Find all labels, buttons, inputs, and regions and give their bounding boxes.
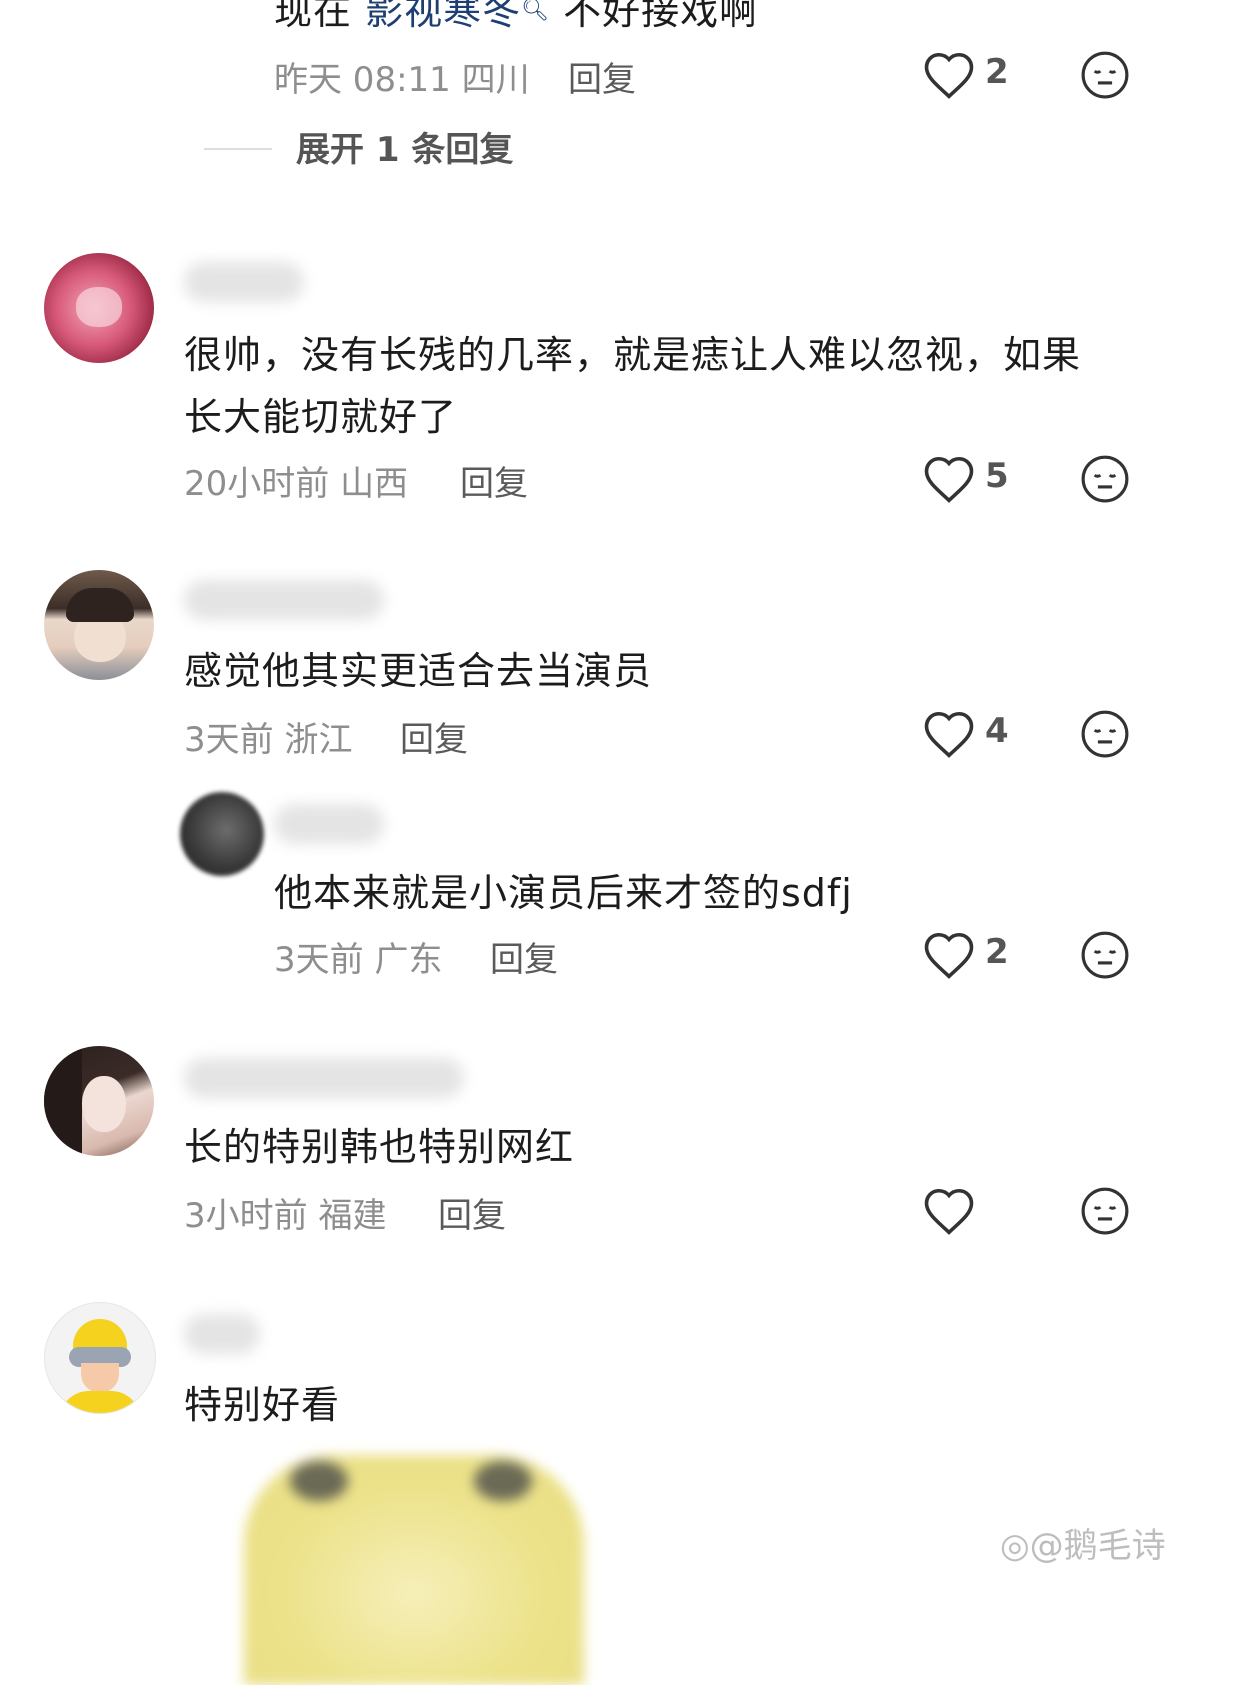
search-highlight-link[interactable]: 影视寒冬: [365, 0, 521, 33]
username-blurred[interactable]: [184, 1314, 260, 1354]
comment-time: 20小时前: [184, 464, 330, 504]
comment-location: 四川: [461, 60, 530, 100]
comment-meta: 3天前 浙江: [184, 712, 352, 761]
neutral-face-icon: [1081, 710, 1129, 758]
neutral-face-icon: [1081, 455, 1129, 503]
like-count: 5: [985, 456, 1009, 496]
like-button[interactable]: [922, 930, 976, 980]
comment-location: 浙江: [284, 720, 353, 760]
comment-time: 3天前: [274, 940, 364, 980]
comment-time: 昨天 08:11: [274, 60, 451, 100]
username-blurred[interactable]: [274, 804, 384, 844]
dislike-button[interactable]: [1080, 709, 1130, 759]
dislike-button[interactable]: [1080, 930, 1130, 980]
like-button[interactable]: [922, 454, 976, 504]
expand-replies-button[interactable]: 展开 1 条回复: [296, 122, 513, 171]
comment-location: 广东: [374, 940, 443, 980]
username-blurred[interactable]: [184, 1058, 464, 1098]
reply-button[interactable]: 回复: [568, 52, 636, 101]
reply-button[interactable]: 回复: [438, 1188, 506, 1237]
comment-text-line-2: 长大能切就好了: [184, 395, 458, 439]
neutral-face-icon: [1081, 1187, 1129, 1235]
comment-meta: 3天前 广东: [274, 932, 442, 981]
comment-time: 3天前: [184, 720, 274, 760]
comment-meta: 昨天 08:11 四川: [274, 52, 530, 101]
avatar[interactable]: [44, 1046, 154, 1156]
heart-outline-icon: [924, 52, 974, 99]
watermark: ◎@鹅毛诗: [1000, 1526, 1166, 1566]
neutral-face-icon: [1081, 51, 1129, 99]
avatar[interactable]: [44, 570, 154, 680]
comment-meta: 20小时前 山西: [184, 456, 408, 505]
comment-text: 感觉他其实更适合去当演员: [184, 649, 653, 693]
dislike-button[interactable]: [1080, 50, 1130, 100]
avatar[interactable]: [180, 792, 264, 876]
comment-location: 福建: [318, 1196, 387, 1236]
top-comment-text: 现在 影视寒冬🔍︎ 不好接戏啊: [274, 0, 758, 44]
weibo-logo-icon: ◎: [1000, 1526, 1030, 1566]
username-blurred[interactable]: [184, 580, 384, 620]
comment-text: 长的特别韩也特别网红: [184, 1125, 575, 1169]
comment-location: 山西: [340, 464, 409, 504]
comment-time: 3小时前: [184, 1196, 308, 1236]
sticker-image[interactable]: [244, 1455, 584, 1685]
neutral-face-icon: [1081, 931, 1129, 979]
dislike-button[interactable]: [1080, 454, 1130, 504]
heart-outline-icon: [924, 711, 974, 758]
avatar[interactable]: [44, 253, 154, 363]
heart-outline-icon: [924, 456, 974, 503]
like-button[interactable]: [922, 709, 976, 759]
like-button[interactable]: [922, 1186, 976, 1236]
dislike-button[interactable]: [1080, 1186, 1130, 1236]
like-count: 2: [985, 932, 1009, 972]
reply-button[interactable]: 回复: [490, 932, 558, 981]
reply-button[interactable]: 回复: [400, 712, 468, 761]
expand-divider: [204, 148, 272, 150]
like-button[interactable]: [922, 50, 976, 100]
reply-button[interactable]: 回复: [460, 456, 528, 505]
comment-text: 特别好看: [184, 1383, 341, 1427]
heart-outline-icon: [924, 1188, 974, 1235]
comment-text: 很帅，没有长残的几率，就是痣让人难以忽视，如果: [184, 333, 1082, 377]
heart-outline-icon: [924, 932, 974, 979]
reply-text: 他本来就是小演员后来才签的sdfj: [274, 871, 853, 915]
search-icon[interactable]: 🔍︎: [521, 0, 550, 23]
username-blurred[interactable]: [184, 262, 304, 302]
comment-meta: 3小时前 福建: [184, 1188, 386, 1237]
like-count: 4: [985, 711, 1009, 751]
avatar[interactable]: [44, 1302, 156, 1414]
like-count: 2: [985, 52, 1009, 92]
